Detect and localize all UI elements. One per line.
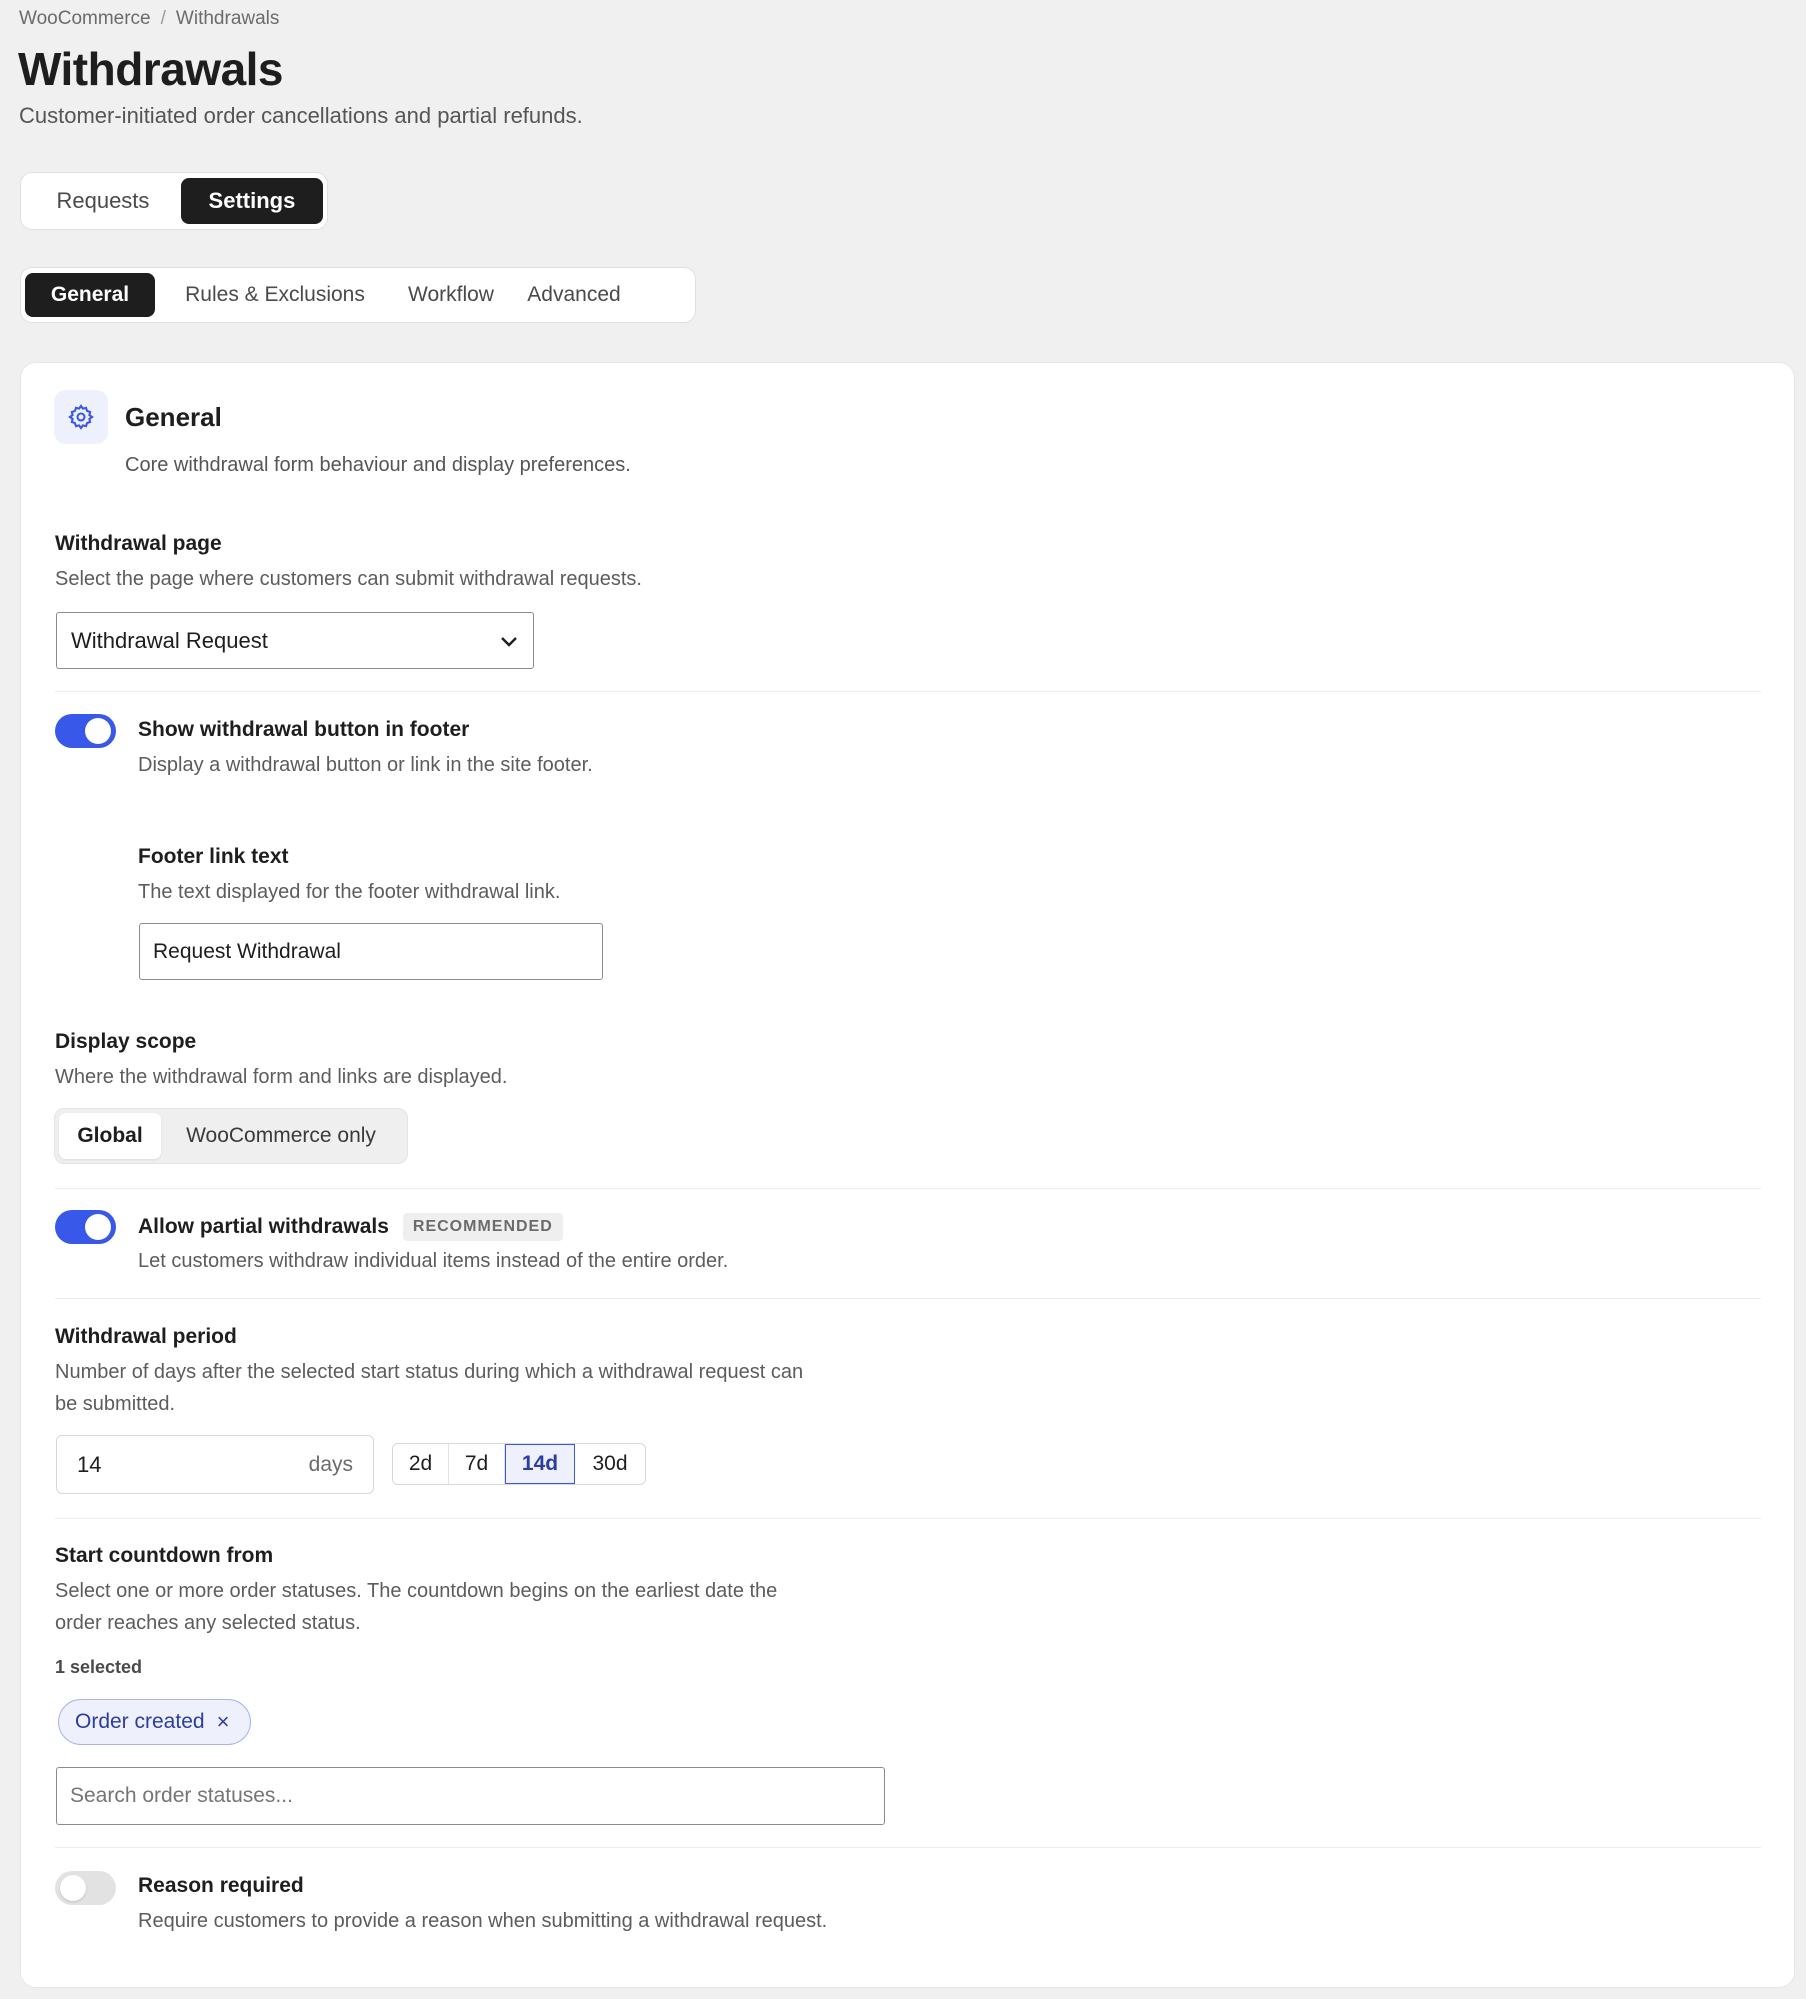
divider xyxy=(55,1518,1761,1519)
withdrawal-period-label: Withdrawal period xyxy=(55,1325,237,1348)
chip-label: Order created xyxy=(75,1710,205,1733)
search-input[interactable] xyxy=(56,1767,885,1825)
tab-settings[interactable]: Settings xyxy=(180,178,323,224)
selected-count: 1 selected xyxy=(55,1657,143,1677)
scope-option-global[interactable]: Global xyxy=(59,1113,161,1159)
withdrawal-period-help: Number of days after the selected start … xyxy=(55,1356,803,1420)
main-tabs: Requests Settings xyxy=(20,172,328,230)
reason-required-toggle[interactable] xyxy=(55,1871,116,1905)
withdrawal-page-selected-value: Withdrawal Request xyxy=(71,627,268,653)
scope-option-woocommerce-only[interactable]: WooCommerce only xyxy=(161,1113,401,1159)
reason-required-help: Require customers to provide a reason wh… xyxy=(138,1910,828,1932)
withdrawal-period-unit: days xyxy=(308,1452,353,1476)
settings-subtabs: General Rules & Exclusions Workflow Adva… xyxy=(20,267,696,323)
breadcrumb: WooCommerce / Withdrawals xyxy=(19,8,279,30)
preset-2d[interactable]: 2d xyxy=(393,1444,449,1484)
partial-withdrawals-label: Allow partial withdrawals xyxy=(138,1215,389,1238)
gear-icon xyxy=(54,390,108,444)
footer-link-label: Footer link text xyxy=(138,845,289,868)
period-presets: 2d 7d 14d 30d xyxy=(392,1443,646,1485)
section-title: General xyxy=(125,402,222,432)
section-description: Core withdrawal form behaviour and displ… xyxy=(125,454,631,476)
settings-card xyxy=(20,362,1795,1988)
footer-link-help: The text displayed for the footer withdr… xyxy=(138,881,561,903)
toggle-knob xyxy=(60,1875,86,1901)
subtab-general[interactable]: General xyxy=(25,273,155,317)
chevron-down-icon xyxy=(499,628,519,654)
breadcrumb-link-woocommerce[interactable]: WooCommerce xyxy=(19,8,151,30)
footer-button-help: Display a withdrawal button or link in t… xyxy=(138,754,593,776)
preset-14d[interactable]: 14d xyxy=(505,1444,575,1484)
divider xyxy=(55,1847,1761,1848)
subtab-workflow[interactable]: Workflow xyxy=(395,273,507,317)
preset-7d[interactable]: 7d xyxy=(449,1444,505,1484)
display-scope-help: Where the withdrawal form and links are … xyxy=(55,1066,508,1088)
display-scope-label: Display scope xyxy=(55,1030,197,1053)
toggle-knob xyxy=(85,1214,111,1240)
footer-link-input[interactable]: Request Withdrawal xyxy=(139,923,603,980)
withdrawal-period-help-line-2: be submitted. xyxy=(55,1393,176,1415)
withdrawal-period-help-line-1: Number of days after the selected start … xyxy=(55,1361,804,1383)
close-icon[interactable]: × xyxy=(217,1709,230,1735)
preset-30d[interactable]: 30d xyxy=(575,1444,645,1484)
subtab-advanced[interactable]: Advanced xyxy=(507,273,641,317)
divider xyxy=(55,1188,1761,1189)
breadcrumb-separator: / xyxy=(160,8,166,29)
withdrawal-page-help: Select the page where customers can subm… xyxy=(55,568,642,590)
reason-required-label: Reason required xyxy=(138,1874,304,1897)
footer-button-toggle[interactable] xyxy=(55,714,116,748)
countdown-help-line-2: order reaches any selected status. xyxy=(55,1612,361,1634)
countdown-help: Select one or more order statuses. The c… xyxy=(55,1575,777,1639)
subtab-rules-exclusions[interactable]: Rules & Exclusions xyxy=(155,273,395,317)
footer-button-label: Show withdrawal button in footer xyxy=(138,718,470,741)
withdrawal-page-select[interactable]: Withdrawal Request xyxy=(56,612,534,669)
partial-withdrawals-header: Allow partial withdrawals RECOMMENDED xyxy=(138,1210,563,1244)
withdrawal-period-value: 14 xyxy=(77,1451,102,1477)
divider xyxy=(55,1298,1761,1299)
page-title: Withdrawals xyxy=(18,43,284,95)
page-subtitle: Customer-initiated order cancellations a… xyxy=(19,103,583,128)
display-scope-segmented: Global WooCommerce only xyxy=(54,1108,408,1164)
countdown-help-line-1: Select one or more order statuses. The c… xyxy=(55,1580,778,1602)
tab-requests[interactable]: Requests xyxy=(25,178,181,224)
recommended-badge: RECOMMENDED xyxy=(402,1213,563,1241)
partial-withdrawals-help: Let customers withdraw individual items … xyxy=(138,1250,729,1272)
toggle-knob xyxy=(85,718,111,744)
breadcrumb-current: Withdrawals xyxy=(175,8,280,29)
withdrawal-period-input[interactable]: 14 days xyxy=(56,1435,374,1494)
partial-withdrawals-toggle[interactable] xyxy=(55,1210,116,1244)
withdrawal-page-label: Withdrawal page xyxy=(55,532,222,555)
status-chip-order-created: Order created × xyxy=(58,1699,251,1745)
countdown-label: Start countdown from xyxy=(55,1544,274,1567)
divider xyxy=(55,691,1761,692)
